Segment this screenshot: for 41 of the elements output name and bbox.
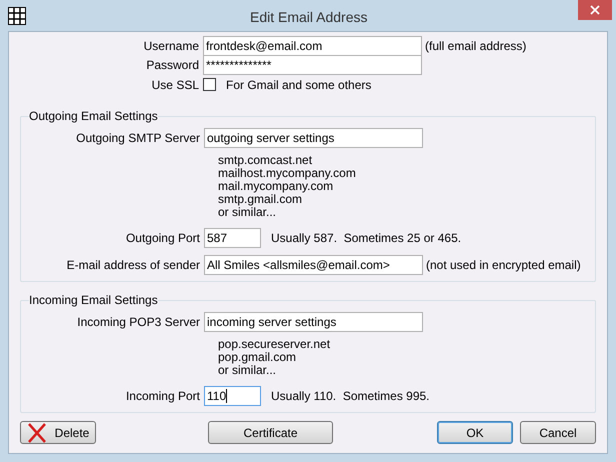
dialog-button[interactable]: Certificate bbox=[208, 421, 333, 444]
text-field[interactable]: frontdesk@email.com bbox=[203, 36, 422, 56]
grid-icon bbox=[8, 6, 26, 24]
hint-text: (not used in encrypted email) bbox=[426, 257, 581, 274]
text-field[interactable]: outgoing server settings bbox=[204, 128, 423, 148]
example-text: mail.mycompany.com bbox=[218, 180, 334, 193]
group-title: Incoming Email Settings bbox=[29, 293, 158, 307]
field-label: Username bbox=[142, 38, 200, 55]
text-field[interactable]: incoming server settings bbox=[204, 312, 423, 332]
example-text: smtp.gmail.com bbox=[218, 193, 302, 206]
field-label: Outgoing SMTP Server bbox=[75, 130, 201, 147]
field-label: Password bbox=[145, 57, 200, 74]
dialog-button[interactable]: Cancel bbox=[520, 421, 596, 444]
field-label: Outgoing Port bbox=[124, 230, 201, 247]
field-label: Incoming Port bbox=[124, 388, 201, 405]
text-field[interactable]: 587 bbox=[204, 228, 261, 248]
close-button[interactable] bbox=[578, 0, 612, 20]
example-text: pop.secureserver.net bbox=[218, 338, 332, 351]
field-label: Use SSL bbox=[150, 76, 200, 94]
example-text: or similar... bbox=[218, 364, 276, 377]
dialog-button[interactable]: OK bbox=[437, 421, 513, 444]
hint-text: Usually 110. Sometimes 995. bbox=[271, 388, 430, 405]
example-text: mailhost.mycompany.com bbox=[218, 167, 357, 180]
example-text: pop.gmail.com bbox=[218, 351, 296, 364]
text-field[interactable]: 110 bbox=[204, 386, 261, 406]
hint-text: For Gmail and some others bbox=[226, 76, 372, 94]
group-title: Outgoing Email Settings bbox=[29, 109, 158, 123]
text-field[interactable]: ************** bbox=[203, 55, 422, 76]
hint-text: Usually 587. Sometimes 25 or 465. bbox=[271, 230, 462, 247]
field-label: E-mail address of sender bbox=[66, 257, 201, 274]
window-title: Edit Email Address bbox=[250, 8, 368, 27]
text-cursor bbox=[226, 389, 228, 403]
delete-button[interactable]: Delete bbox=[20, 421, 96, 444]
hint-text: (full email address) bbox=[425, 38, 526, 55]
example-text: smtp.comcast.net bbox=[218, 154, 314, 167]
text-field[interactable]: All Smiles <allsmiles@email.com> bbox=[204, 255, 423, 275]
field-label: Incoming POP3 Server bbox=[76, 314, 201, 331]
x-mark-icon bbox=[26, 422, 47, 442]
close-icon bbox=[590, 5, 600, 15]
example-text: or similar... bbox=[218, 206, 276, 219]
ssl-checkbox[interactable] bbox=[203, 78, 216, 91]
